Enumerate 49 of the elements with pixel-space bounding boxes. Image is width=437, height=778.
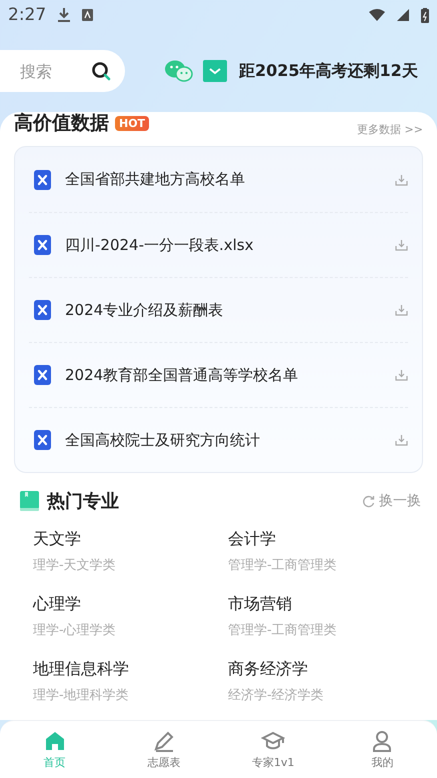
battery-icon xyxy=(421,8,429,22)
section-title: 热门专业 xyxy=(47,490,119,513)
download-icon[interactable] xyxy=(395,239,408,251)
file-name[interactable]: 2024专业介绍及薪酬表 xyxy=(65,300,381,320)
section-title: 高价值数据 xyxy=(14,111,109,136)
user-icon xyxy=(371,730,394,752)
book-icon xyxy=(20,491,39,511)
hot-badge: HOT xyxy=(115,116,150,130)
signal-icon xyxy=(397,9,409,21)
download-icon[interactable] xyxy=(395,174,408,186)
spreadsheet-file-icon xyxy=(34,170,51,190)
envelope-icon[interactable] xyxy=(203,60,227,82)
file-name[interactable]: 2024教育部全国普通高等学校名单 xyxy=(65,366,381,384)
chat-bubbles-icon[interactable] xyxy=(165,60,193,82)
refresh-icon xyxy=(362,494,375,508)
nav-tab[interactable]: 志愿表 xyxy=(109,721,218,778)
major-name[interactable]: 地理信息科学 xyxy=(33,659,228,680)
wifi-icon xyxy=(369,9,385,21)
search-icon[interactable] xyxy=(91,61,111,81)
pencil-icon xyxy=(152,730,175,752)
nav-tab[interactable]: 我的 xyxy=(328,721,437,778)
nav-tab[interactable]: 专家1v1 xyxy=(218,721,328,778)
search-field[interactable]: 搜索 xyxy=(18,60,78,82)
home-icon xyxy=(44,730,66,752)
download-icon[interactable] xyxy=(395,434,408,446)
major-name[interactable]: 天文学 xyxy=(33,529,228,550)
download-icon[interactable] xyxy=(395,304,408,316)
graduation-cap-icon xyxy=(261,730,286,752)
status-time: 2:27 xyxy=(8,5,46,25)
major-name[interactable]: 心理学 xyxy=(33,594,228,615)
file-name[interactable]: 全国高校院士及研究方向统计 xyxy=(65,430,381,450)
major-name[interactable]: 会计学 xyxy=(228,529,423,550)
major-category: 理学-天文学类 xyxy=(33,557,117,574)
major-name[interactable]: 市场营销 xyxy=(228,594,423,615)
file-name[interactable]: 全国省部共建地方高校名单 xyxy=(65,170,381,189)
exam-countdown: 距2025年高考还剩12天 xyxy=(239,60,418,82)
spreadsheet-file-icon xyxy=(34,365,51,385)
spreadsheet-file-icon xyxy=(34,300,51,320)
major-category: 管理学-工商管理类 xyxy=(228,622,338,639)
major-name[interactable]: 商务经济学 xyxy=(228,659,423,680)
spreadsheet-file-icon xyxy=(34,430,51,450)
major-category: 经济学-经济学类 xyxy=(228,687,325,704)
download-icon[interactable] xyxy=(395,369,408,381)
major-category: 管理学-工商管理类 xyxy=(228,557,338,574)
download-icon xyxy=(58,8,70,22)
major-category: 理学-心理学类 xyxy=(33,622,117,639)
file-name[interactable]: 四川-2024-一分一段表.xlsx xyxy=(65,236,381,254)
major-category: 理学-地理科学类 xyxy=(33,687,130,704)
spreadsheet-file-icon xyxy=(34,235,51,255)
